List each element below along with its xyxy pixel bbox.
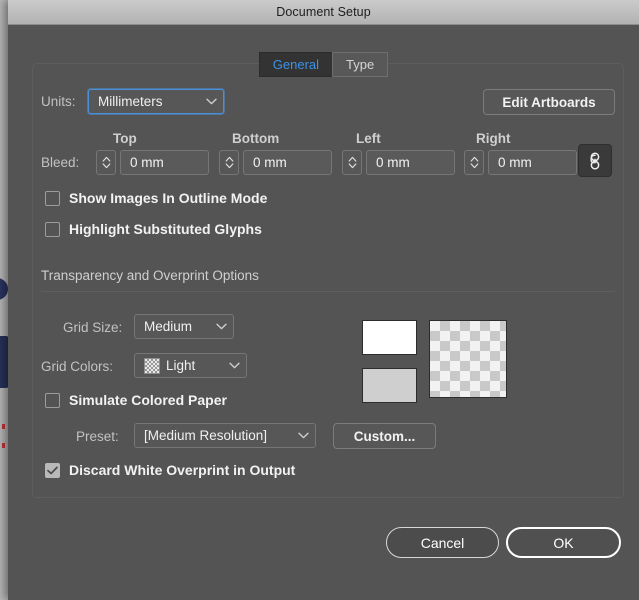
cancel-button[interactable]: Cancel [386, 527, 499, 558]
bleed-bottom-input[interactable]: 0 mm [243, 150, 332, 175]
simulate-colored-paper-label: Simulate Colored Paper [69, 392, 227, 408]
preset-label: Preset: [76, 429, 119, 444]
ok-button-label: OK [553, 534, 574, 551]
chevron-down-icon [216, 323, 227, 330]
chevron-down-icon [298, 432, 309, 439]
bleed-bottom-heading: Bottom [232, 131, 280, 146]
background-shape-circle [0, 278, 8, 300]
tab-general-label: General [272, 56, 320, 72]
dialog-title: Document Setup [276, 5, 371, 19]
background-marker [2, 443, 5, 448]
highlight-substituted-glyphs-checkbox-row[interactable]: Highlight Substituted Glyphs [45, 221, 262, 237]
show-images-outline-checkbox-row[interactable]: Show Images In Outline Mode [45, 190, 267, 206]
bleed-top-stepper[interactable] [96, 150, 116, 175]
section-divider [41, 291, 615, 292]
custom-button-label: Custom... [353, 428, 416, 444]
preview-swatch-gray[interactable] [362, 368, 417, 403]
bleed-label: Bleed: [41, 155, 80, 170]
checkerboard-swatch-icon [144, 357, 160, 374]
tab-type[interactable]: Type [332, 51, 389, 77]
units-label: Units: [41, 94, 76, 109]
bleed-right-stepper[interactable] [464, 150, 484, 175]
bleed-right-heading: Right [476, 131, 511, 146]
units-select[interactable]: Millimeters [88, 89, 224, 114]
grid-size-label: Grid Size: [63, 320, 123, 335]
cancel-button-label: Cancel [420, 534, 465, 551]
grid-colors-select[interactable]: Light [134, 353, 247, 378]
bleed-left-input[interactable]: 0 mm [366, 150, 455, 175]
link-chain-icon[interactable] [578, 144, 612, 177]
dialog-titlebar[interactable]: Document Setup [8, 0, 639, 25]
simulate-colored-paper-checkbox-row[interactable]: Simulate Colored Paper [45, 392, 227, 408]
background-marker [2, 424, 5, 429]
grid-colors-value: Light [166, 358, 196, 373]
highlight-substituted-glyphs-checkbox[interactable] [45, 221, 60, 237]
discard-white-overprint-label: Discard White Overprint in Output [69, 462, 296, 478]
document-setup-dialog: Document Setup General Type Units: Milli… [8, 0, 639, 600]
preset-value: [Medium Resolution] [144, 428, 268, 443]
tab-bar: General Type [8, 51, 639, 77]
transparency-section-heading: Transparency and Overprint Options [41, 268, 259, 283]
edit-artboards-label: Edit Artboards [502, 94, 596, 110]
discard-white-overprint-checkbox[interactable] [45, 462, 60, 478]
custom-button[interactable]: Custom... [333, 423, 436, 449]
preview-transparency-checkerboard [429, 320, 507, 398]
chevron-down-icon [206, 98, 217, 105]
units-select-value: Millimeters [98, 94, 163, 109]
edit-artboards-button[interactable]: Edit Artboards [483, 89, 615, 115]
show-images-outline-checkbox[interactable] [45, 190, 60, 206]
show-images-outline-label: Show Images In Outline Mode [69, 190, 268, 206]
simulate-colored-paper-checkbox[interactable] [45, 392, 60, 408]
tab-type-label: Type [346, 56, 375, 72]
highlight-substituted-glyphs-label: Highlight Substituted Glyphs [69, 221, 262, 237]
bleed-top-heading: Top [113, 131, 137, 146]
tab-general[interactable]: General [258, 51, 333, 77]
chevron-down-icon [229, 362, 240, 369]
preview-swatch-white[interactable] [362, 320, 417, 355]
bleed-left-heading: Left [356, 131, 381, 146]
discard-white-overprint-checkbox-row[interactable]: Discard White Overprint in Output [45, 462, 295, 478]
grid-size-select[interactable]: Medium [134, 314, 234, 339]
bleed-bottom-stepper[interactable] [219, 150, 239, 175]
grid-size-value: Medium [144, 319, 193, 334]
bleed-right-input[interactable]: 0 mm [488, 150, 577, 175]
grid-colors-label: Grid Colors: [41, 359, 114, 374]
bleed-top-input[interactable]: 0 mm [120, 150, 209, 175]
preset-select[interactable]: [Medium Resolution] [134, 423, 316, 448]
ok-button[interactable]: OK [506, 527, 621, 558]
bleed-left-stepper[interactable] [342, 150, 362, 175]
